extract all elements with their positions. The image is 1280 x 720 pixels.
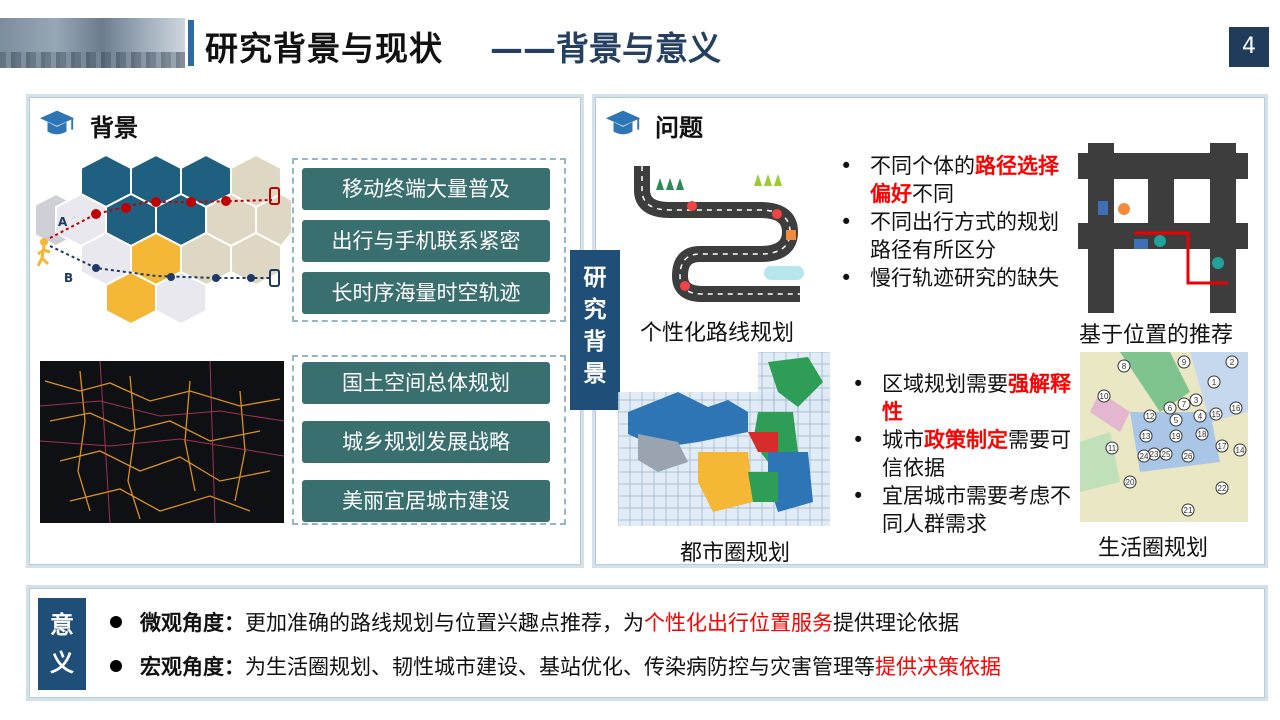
significance-micro: 微观角度：更加准确的路线规划与位置兴趣点推荐，为个性化出行位置服务提供理论依据 <box>110 607 959 637</box>
map-number: 26 <box>1184 452 1193 461</box>
bullet-policy: 城市政策制定需要可信依据 <box>852 426 1080 482</box>
page-number: 4 <box>1229 27 1269 67</box>
bullet-travel-mode: 不同出行方式的规划路径有所区分 <box>840 208 1070 264</box>
map-number: 11 <box>1108 444 1117 453</box>
map-number: 15 <box>1212 410 1221 419</box>
map-number: 4 <box>1198 412 1203 421</box>
header-banner-image <box>0 18 185 68</box>
background-item-travel-phone: 出行与手机联系紧密 <box>302 220 550 262</box>
issues-bullets-bottom: 区域规划需要强解释性 城市政策制定需要可信依据 宜居城市需要考虑不同人群需求 <box>852 370 1080 538</box>
map-number: 25 <box>1162 450 1171 459</box>
metropolitan-grid-map <box>618 352 830 526</box>
background-item-urban-rural: 城乡规划发展战略 <box>302 421 550 463</box>
header-accent-bar <box>188 20 194 66</box>
map-number: 6 <box>1168 404 1173 413</box>
caption-metropolitan-planning: 都市圈规划 <box>680 541 791 566</box>
caption-route-planning: 个性化路线规划 <box>640 321 795 346</box>
map-number: 14 <box>1236 446 1245 455</box>
map-number: 20 <box>1126 478 1135 487</box>
map-number: 16 <box>1232 404 1241 413</box>
bullet-dot <box>110 660 122 672</box>
page-subtitle: ——背景与意义 <box>490 29 721 68</box>
issues-bullets-top: 不同个体的路径选择偏好不同 不同出行方式的规划路径有所区分 慢行轨迹研究的缺失 <box>840 152 1070 292</box>
graduation-cap-icon <box>39 110 75 135</box>
route-label-a: A <box>58 215 68 229</box>
bullet-slow-traffic: 慢行轨迹研究的缺失 <box>840 264 1070 292</box>
background-item-spatial-plan: 国土空间总体规划 <box>302 362 550 404</box>
significance-label: 意 义 <box>38 598 86 690</box>
label-char: 意 <box>50 611 74 639</box>
map-number: 2 <box>1230 358 1235 367</box>
graduation-cap-icon <box>605 110 641 135</box>
city-trajectory-map <box>40 361 284 523</box>
background-item-mobile: 移动终端大量普及 <box>302 168 550 210</box>
map-number: 12 <box>1146 412 1155 421</box>
label-char: 究 <box>583 297 607 323</box>
map-number: 7 <box>1182 400 1187 409</box>
map-number: 21 <box>1184 506 1193 515</box>
issues-title: 问题 <box>655 114 703 142</box>
map-number: 1 <box>1212 378 1217 387</box>
label-char: 研 <box>583 265 607 291</box>
bullet-regional-planning: 区域规划需要强解释性 <box>852 370 1080 426</box>
map-number: 3 <box>1194 396 1199 405</box>
page-title: 研究背景与现状 <box>205 29 443 68</box>
hexagon-trajectory-graphic: A B <box>36 153 292 326</box>
label-char: 景 <box>583 361 607 387</box>
bullet-livable: 宜居城市需要考虑不同人群需求 <box>852 482 1080 538</box>
map-number: 18 <box>1198 430 1207 439</box>
map-number: 23 <box>1150 450 1159 459</box>
map-number: 10 <box>1100 392 1109 401</box>
significance-macro: 宏观角度：为生活圈规划、韧性城市建设、基站优化、传染病防控与灾害管理等提供决策依… <box>110 651 1001 681</box>
caption-life-circle: 生活圈规划 <box>1098 536 1209 561</box>
label-char: 义 <box>50 649 74 677</box>
life-circle-map: 8 9 2 10 1 3 16 7 6 4 15 12 5 13 19 18 1… <box>1080 352 1248 522</box>
map-number: 5 <box>1174 416 1179 425</box>
map-number: 17 <box>1218 442 1227 451</box>
research-background-label: 研 究 背 景 <box>570 250 620 410</box>
map-number: 13 <box>1142 432 1151 441</box>
background-item-livable-city: 美丽宜居城市建设 <box>302 480 550 522</box>
bullet-dot <box>110 616 122 628</box>
bullet-route-preference: 不同个体的路径选择偏好不同 <box>840 152 1070 208</box>
significance-panel <box>26 585 1268 701</box>
map-number: 9 <box>1182 358 1187 367</box>
winding-road-illustration <box>634 166 804 302</box>
route-label-b: B <box>64 271 73 285</box>
map-number: 8 <box>1122 362 1127 371</box>
map-number: 19 <box>1172 432 1181 441</box>
map-number: 24 <box>1140 452 1149 461</box>
background-item-trajectory: 长时序海量时空轨迹 <box>302 272 550 314</box>
caption-location-recommendation: 基于位置的推荐 <box>1079 323 1234 348</box>
map-number: 22 <box>1218 484 1227 493</box>
street-grid-illustration <box>1078 143 1248 313</box>
label-char: 背 <box>583 329 607 355</box>
background-title: 背景 <box>90 114 138 142</box>
